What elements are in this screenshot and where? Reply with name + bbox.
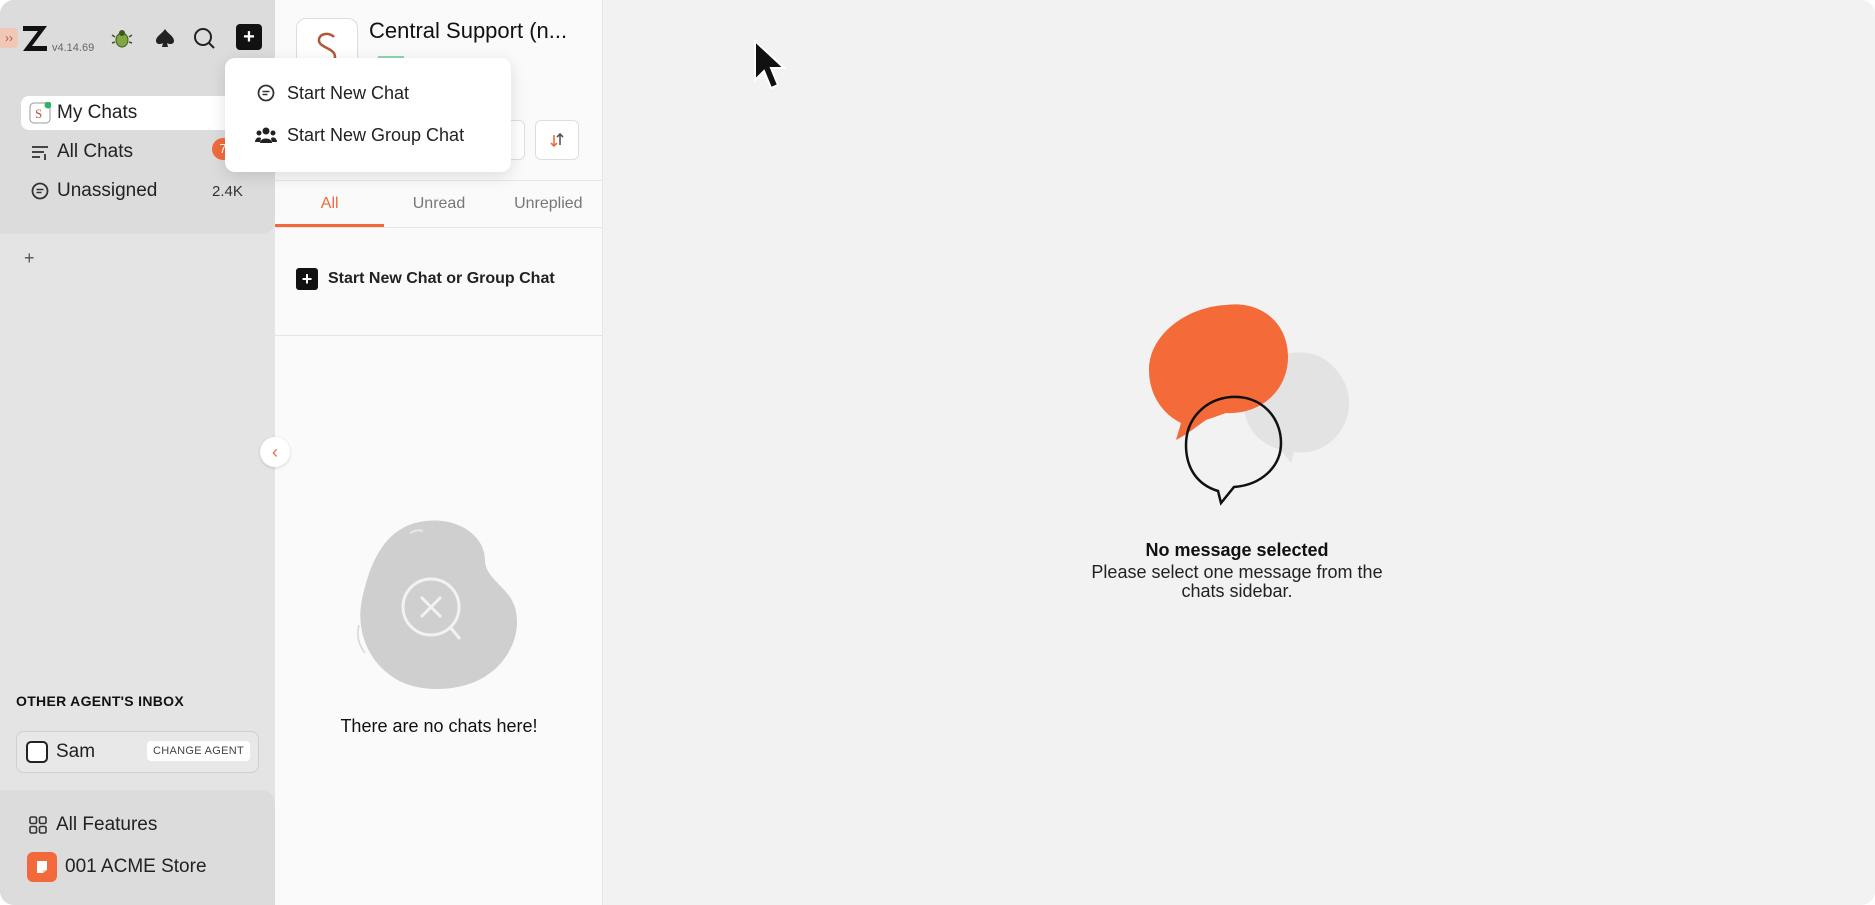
agent-name: Sam [56, 741, 96, 762]
expand-tab-icon[interactable]: ›› [0, 28, 18, 48]
add-folder-button[interactable]: + [24, 248, 35, 269]
sidebar-item-label: Unassigned [57, 180, 158, 201]
grid-icon [28, 815, 48, 835]
app-logo [23, 26, 47, 51]
menu-item-start-new-chat[interactable]: Start New Chat [255, 82, 409, 104]
group-icon [255, 124, 277, 146]
chat-filter-tabs: All Unread Unreplied [275, 180, 603, 228]
sidebar-bottom-section [0, 790, 275, 905]
subtitle-line: chats sidebar. [1181, 581, 1293, 601]
all-features-label: All Features [56, 814, 158, 835]
subtitle-line: Please select one message from the [1091, 562, 1383, 582]
new-chat-dropdown: Start New Chat Start New Group Chat [225, 58, 511, 172]
store-icon [27, 852, 57, 882]
sort-icon [550, 132, 564, 148]
avatar [26, 741, 48, 763]
empty-chats-text: There are no chats here! [340, 716, 538, 736]
plus-icon: + [296, 268, 318, 290]
filter-lines-icon [27, 139, 53, 165]
search-icon[interactable] [190, 24, 218, 52]
unassigned-count: 2.4K [212, 183, 243, 200]
inbox-avatar-icon: S [27, 100, 53, 126]
empty-chats-illustration [357, 520, 518, 690]
mouse-cursor-icon [754, 38, 787, 90]
all-features-link[interactable]: All Features [28, 814, 157, 836]
menu-item-label: Start New Chat [287, 82, 410, 103]
tab-all[interactable]: All [275, 181, 385, 227]
agent-selector: Sam CHANGE AGENT [16, 731, 259, 773]
store-switcher[interactable]: 001 ACME Store [27, 852, 207, 882]
tab-unread[interactable]: Unread [384, 181, 493, 227]
main-content: No message selected Please select one me… [603, 0, 1875, 905]
chat-bubble-icon [27, 178, 53, 204]
start-new-chat-link[interactable]: + Start New Chat or Group Chat [296, 268, 555, 290]
change-agent-button[interactable]: CHANGE AGENT [146, 741, 250, 761]
tab-unreplied[interactable]: Unreplied [494, 181, 603, 227]
svg-text:S: S [35, 106, 42, 121]
store-label: 001 ACME Store [65, 856, 207, 877]
start-new-chat-label: Start New Chat or Group Chat [328, 270, 555, 287]
no-message-illustration [1149, 304, 1350, 506]
divider [275, 335, 603, 336]
new-chat-button[interactable]: + [236, 24, 262, 50]
collapse-sidebar-button[interactable]: ‹ [260, 437, 290, 467]
no-message-title: No message selected [1145, 540, 1329, 560]
bug-icon[interactable] [108, 24, 136, 52]
other-inbox-title: OTHER AGENT'S INBOX [16, 693, 184, 709]
menu-item-start-new-group-chat[interactable]: Start New Group Chat [255, 124, 464, 146]
sort-button[interactable] [535, 120, 579, 160]
inbox-title[interactable]: Central Support (n... [369, 18, 567, 44]
chat-bubble-icon [255, 82, 277, 104]
app-version: v4.14.69 [52, 42, 95, 54]
sidebar-item-label: All Chats [57, 141, 134, 162]
no-message-subtitle: Please select one message from the chats… [603, 563, 1871, 601]
sidebar-item-label: My Chats [57, 102, 138, 123]
spade-icon[interactable] [151, 24, 179, 52]
menu-item-label: Start New Group Chat [287, 124, 465, 145]
app-window: ›› v4.14.69 + S My Chats All Chats 7 Una… [0, 0, 1875, 905]
